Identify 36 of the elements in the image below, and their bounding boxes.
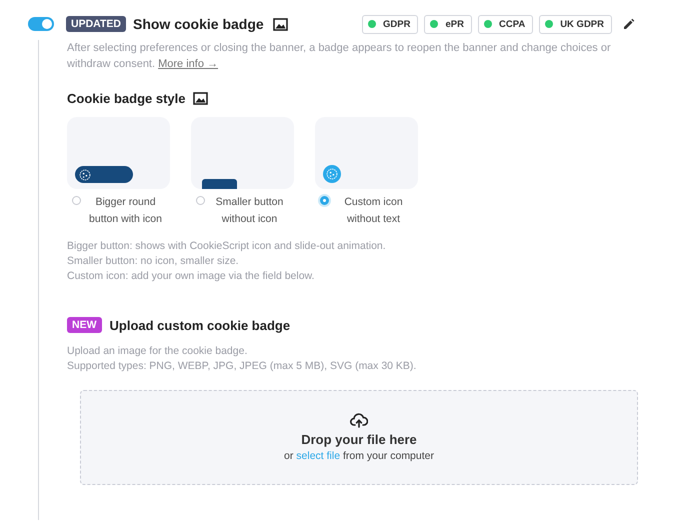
drop-title: Drop your file here	[301, 432, 417, 447]
more-info-link[interactable]: More info →	[158, 58, 218, 70]
note-text: Custom icon: add your own image via the field below.	[67, 269, 316, 284]
image-icon	[193, 92, 208, 105]
subsection-title: Upload custom cookie badge	[110, 318, 290, 332]
radio-button[interactable]	[72, 196, 80, 205]
subsection-title: Cookie badge style	[67, 91, 186, 106]
pencil-icon[interactable]	[623, 18, 635, 30]
image-icon	[272, 18, 288, 30]
toggle-switch[interactable]	[28, 17, 54, 31]
new-tag: NEW	[67, 317, 102, 333]
description-text: After selecting preferences or closing the banner, a badge appears to reopen the banner and change choices or withdraw consent. More info →	[67, 41, 612, 72]
round-badge-drawing	[75, 166, 133, 183]
section-title: Show cookie badge	[132, 16, 264, 32]
note-text: Supported types: PNG, WEBP, JPG, JPEG (max 5 MB), SVG (max 30 KB).	[67, 359, 418, 374]
select-file-link[interactable]: select file	[296, 450, 340, 462]
small-badge-drawing	[202, 179, 237, 189]
option-label: Custom icon without text	[343, 195, 404, 227]
cloud-upload-icon	[350, 413, 368, 428]
note-text: Bigger button: shows with CookieScript icon and slide-out animation.	[67, 239, 387, 254]
option-label: Smaller button without icon	[214, 195, 284, 227]
regulation-chip: UK GDPR	[539, 14, 612, 34]
regulation-chip: ePR	[424, 14, 472, 34]
cookie-icon	[323, 165, 341, 183]
badge-preview[interactable]	[67, 117, 170, 189]
drop-instruction: or select file from your computer	[284, 450, 434, 462]
file-drop-zone[interactable]: Drop your file here or select file from your computer	[80, 390, 638, 485]
regulation-chip: CCPA	[478, 14, 534, 34]
note-text: Smaller button: no icon, smaller size.	[67, 254, 240, 269]
note-text: Upload an image for the cookie badge.	[67, 344, 248, 359]
regulation-chip: GDPR	[362, 14, 418, 34]
radio-button[interactable]	[320, 196, 328, 205]
updated-tag: UPDATED	[66, 16, 126, 32]
badge-preview[interactable]	[191, 117, 294, 189]
radio-button[interactable]	[196, 196, 204, 205]
option-label: Bigger round button with icon	[88, 195, 163, 227]
